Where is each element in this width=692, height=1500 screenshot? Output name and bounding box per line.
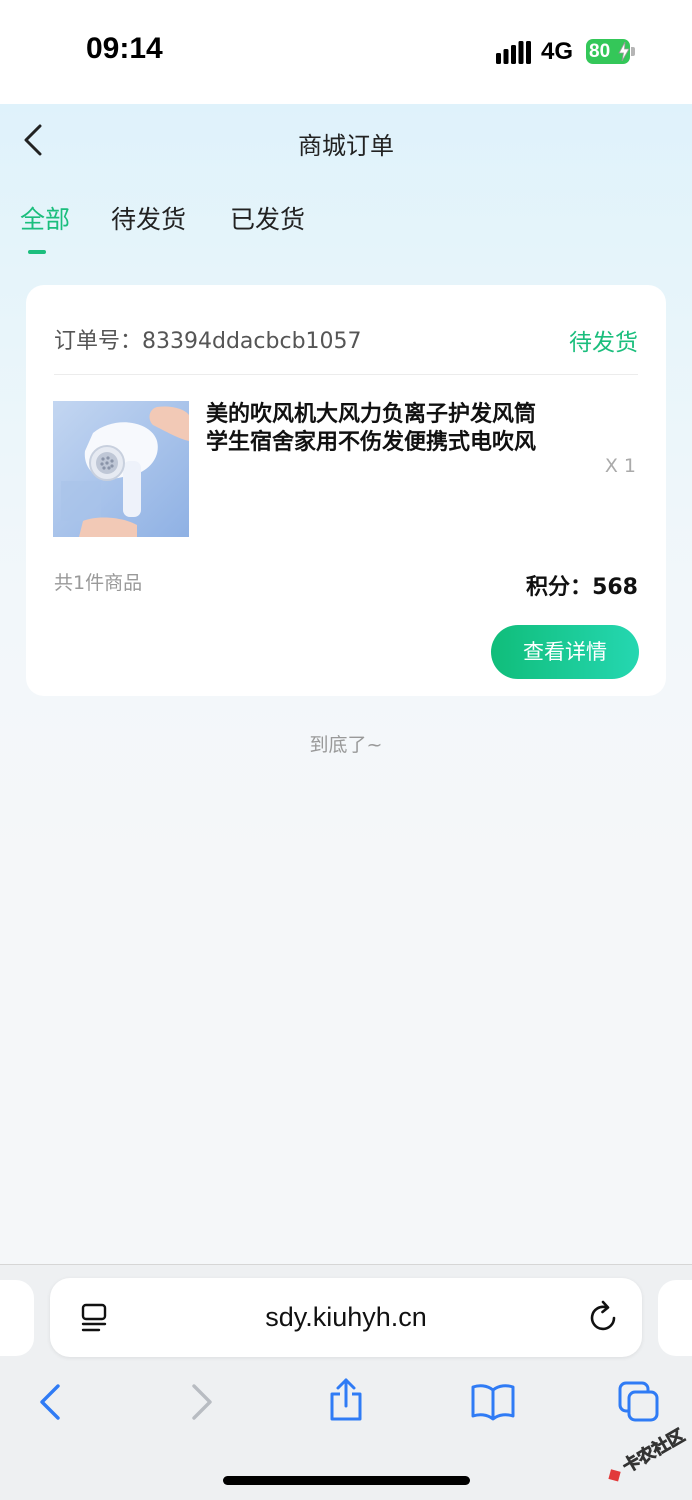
order-number-value: 83394ddacbcb1057 — [142, 329, 362, 354]
order-card[interactable]: 订单号：83394ddacbcb1057 待发货 美的吹风机大风力负离子护发风筒… — [26, 285, 666, 696]
product-image[interactable] — [53, 401, 189, 537]
reload-icon[interactable] — [588, 1300, 620, 1334]
product-name[interactable]: 美的吹风机大风力负离子护发风筒学生宿舍家用不伤发便携式电吹风 — [206, 401, 546, 457]
order-status: 待发货 — [569, 330, 638, 356]
browser-forward-icon[interactable] — [186, 1380, 216, 1424]
page-title: 商城订单 — [298, 132, 394, 160]
status-bar: 09:14 4G 80 — [0, 0, 692, 104]
points-value: 568 — [592, 575, 638, 600]
tab-shipped[interactable]: 已发货 — [230, 200, 305, 236]
watermark-logo: 卡农社区 — [608, 1425, 688, 1482]
network-type: 4G — [541, 38, 574, 65]
url-text[interactable]: sdy.kiuhyh.cn — [50, 1302, 642, 1333]
share-icon[interactable] — [326, 1377, 366, 1423]
item-count: 共1件商品 — [54, 572, 143, 594]
view-details-button[interactable]: 查看详情 — [491, 625, 639, 679]
product-quantity: X 1 — [604, 455, 636, 477]
home-indicator — [223, 1476, 470, 1485]
tab-all[interactable]: 全部 — [20, 200, 70, 236]
tab-pending-shipment[interactable]: 待发货 — [111, 200, 186, 236]
bookmarks-icon[interactable] — [470, 1380, 516, 1424]
cellular-signal-icon — [496, 41, 531, 64]
points-label: 积分： — [526, 575, 593, 600]
svg-text:卡农社区: 卡农社区 — [619, 1425, 688, 1477]
list-end-text: 到底了~ — [309, 734, 383, 756]
previous-tab-preview[interactable] — [0, 1280, 34, 1356]
charging-bolt-icon — [618, 42, 630, 61]
battery-cap — [631, 47, 635, 56]
browser-back-icon[interactable] — [36, 1380, 66, 1424]
order-number: 订单号：83394ddacbcb1057 — [54, 323, 362, 355]
status-time: 09:14 — [86, 32, 163, 65]
next-tab-preview[interactable] — [658, 1280, 692, 1356]
order-points: 积分：568 — [526, 569, 638, 601]
tab-active-indicator — [28, 250, 46, 254]
order-number-label: 订单号： — [54, 329, 143, 354]
divider — [54, 374, 638, 375]
